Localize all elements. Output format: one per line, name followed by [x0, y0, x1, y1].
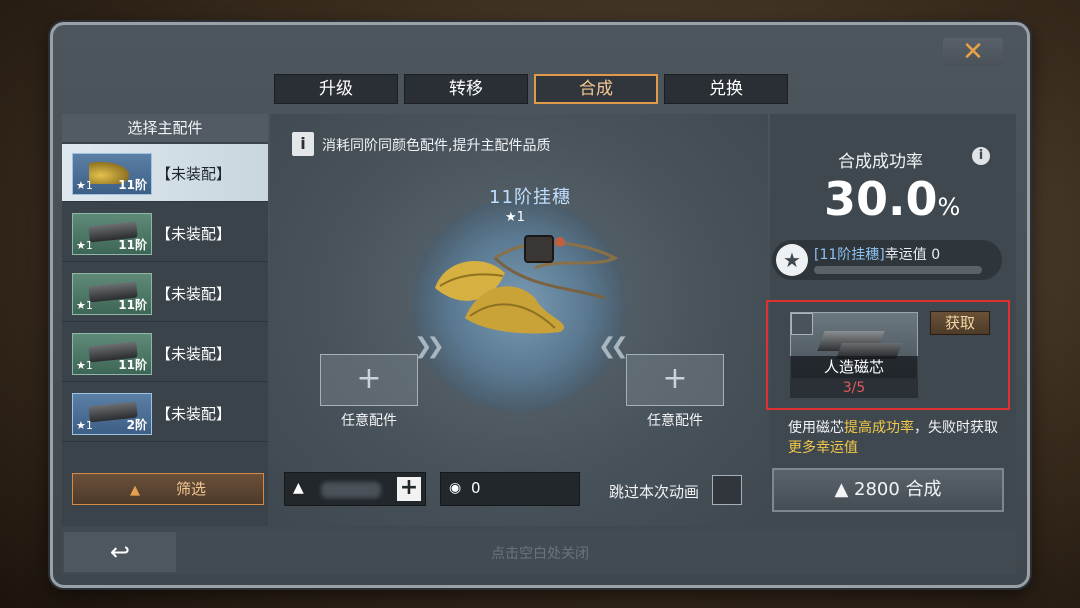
filter-label: 筛选	[175, 480, 206, 498]
star-badge: ★1	[76, 359, 93, 372]
skip-animation-checkbox[interactable]	[712, 475, 742, 505]
luck-text: [11阶挂穗]幸运值 0	[814, 247, 941, 263]
equip-status: 【未装配】	[156, 285, 232, 303]
list-item[interactable]: ★1 11阶 【未装配】	[62, 264, 268, 322]
add-currency-button[interactable]: +	[397, 477, 421, 501]
tab-upgrade[interactable]: 升级	[274, 74, 398, 104]
level-badge: 11阶	[118, 298, 147, 312]
info-text: 消耗同阶同颜色配件,提升主配件品质	[322, 138, 551, 154]
core-name: 人造磁芯	[790, 356, 918, 378]
level-badge: 11阶	[118, 178, 147, 192]
skip-animation-label: 跳过本次动画	[609, 483, 700, 501]
currency-gold: ▲ +	[284, 472, 426, 506]
material-slot-left[interactable]: +	[320, 354, 418, 406]
level-badge: 11阶	[118, 238, 147, 252]
main-part-name: 11阶挂穗	[489, 187, 571, 208]
luck-progress	[814, 266, 982, 274]
success-rate-value: 30.0%	[824, 172, 961, 226]
tassel-item-image	[435, 235, 619, 334]
star-badge: ★1	[76, 239, 93, 252]
item-thumbnail: ★1 2阶	[72, 393, 152, 435]
token-icon: ◉	[449, 480, 462, 496]
list-item[interactable]: ★1 2阶 【未装配】	[62, 384, 268, 442]
core-tip: 使用磁芯提高成功率，失败时获取更多幸运值	[788, 420, 998, 456]
material-slot-left-label: 任意配件	[341, 413, 397, 429]
list-item[interactable]: ★1 11阶 【未装配】	[62, 324, 268, 382]
list-item[interactable]: ★1 11阶 【未装配】	[62, 204, 268, 262]
equip-status: 【未装配】	[156, 345, 232, 363]
compose-cost: 2800	[854, 479, 900, 500]
chevron-up-icon: ▲	[129, 483, 140, 498]
equip-status: 【未装配】	[156, 405, 232, 423]
core-checkbox[interactable]	[791, 313, 813, 335]
token-amount: 0	[471, 479, 481, 497]
star-icon: ★	[776, 244, 808, 276]
back-button[interactable]: ↩	[64, 532, 176, 572]
compose-button[interactable]: ▲ 2800 合成	[772, 468, 1004, 512]
star-badge: ★1	[76, 299, 93, 312]
close-hint: 点击空白处关闭	[491, 546, 589, 562]
gold-icon: ▲	[834, 479, 849, 500]
equip-status: 【未装配】	[156, 165, 232, 183]
currency-token: ◉ 0	[440, 472, 580, 506]
tab-exchange[interactable]: 兑换	[664, 74, 788, 104]
level-badge: 11阶	[118, 358, 147, 372]
tab-transfer[interactable]: 转移	[404, 74, 528, 104]
blurred-amount	[321, 482, 381, 498]
get-core-button[interactable]: 获取	[930, 311, 990, 335]
success-rate-title: 合成成功率	[838, 152, 923, 172]
main-part-star: ★1	[505, 210, 525, 225]
material-slot-right[interactable]: +	[626, 354, 724, 406]
compose-label: 合成	[905, 479, 942, 500]
info-icon: i	[292, 132, 314, 156]
star-badge: ★1	[76, 179, 93, 192]
item-thumbnail: ★1 11阶	[72, 213, 152, 255]
item-thumbnail: ★1 11阶	[72, 273, 152, 315]
list-title: 选择主配件	[62, 114, 268, 142]
filter-button[interactable]: ▲ 筛选	[72, 473, 264, 505]
tab-bar: 升级 转移 合成 兑换	[274, 74, 788, 104]
info-icon[interactable]: i	[972, 147, 990, 165]
star-badge: ★1	[76, 419, 93, 432]
tab-compose[interactable]: 合成	[534, 74, 658, 104]
equip-status: 【未装配】	[156, 225, 232, 243]
arrow-left-icon: ❮❮	[598, 334, 629, 359]
item-thumbnail: ★1 11阶	[72, 153, 152, 195]
close-button[interactable]: ✕	[943, 38, 1003, 66]
core-count: 3/5	[790, 378, 918, 398]
gold-icon: ▲	[293, 480, 304, 496]
material-slot-right-label: 任意配件	[647, 413, 703, 429]
level-badge: 2阶	[126, 418, 147, 432]
list-item[interactable]: ★1 11阶 【未装配】	[62, 144, 268, 202]
main-part-list: 选择主配件 ★1 11阶 【未装配】 ★1 11阶 【未装配】 ★1 11阶 【…	[62, 114, 268, 526]
item-thumbnail: ★1 11阶	[72, 333, 152, 375]
